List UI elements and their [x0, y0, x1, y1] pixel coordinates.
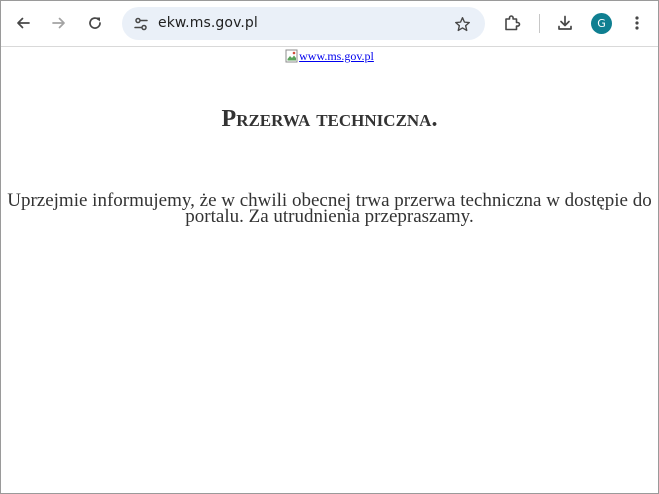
url-text[interactable]: ekw.ms.gov.pl	[158, 15, 258, 31]
logo-container: www.ms.gov.pl	[1, 49, 658, 66]
address-bar[interactable]: ekw.ms.gov.pl	[122, 7, 485, 40]
puzzle-icon	[505, 15, 521, 31]
reload-icon	[89, 17, 101, 29]
browser-toolbar: ekw.ms.gov.pl G	[1, 1, 658, 47]
page-title: Przerwa techniczna.	[221, 106, 438, 132]
reload-button[interactable]	[81, 9, 109, 37]
browser-window: ekw.ms.gov.pl G www.ms.gov.pl Przerwa te…	[0, 0, 659, 494]
star-icon	[454, 16, 470, 31]
downloads-button[interactable]	[551, 9, 579, 37]
arrow-right-icon	[52, 17, 65, 29]
page-content: www.ms.gov.pl Przerwa techniczna. Uprzej…	[1, 47, 658, 493]
logo-link[interactable]: www.ms.gov.pl	[285, 49, 374, 63]
maintenance-message: Uprzejmie informujemy, że w chwili obecn…	[7, 190, 652, 227]
toolbar-divider	[539, 14, 540, 33]
arrow-left-icon	[17, 17, 30, 29]
back-button[interactable]	[9, 9, 37, 37]
forward-button[interactable]	[45, 9, 73, 37]
extensions-button[interactable]	[498, 9, 526, 37]
menu-button[interactable]	[623, 9, 651, 37]
broken-image-icon	[285, 49, 299, 63]
bookmark-button[interactable]	[451, 13, 473, 35]
tune-icon	[134, 17, 148, 31]
logo-alt-text[interactable]: www.ms.gov.pl	[299, 49, 374, 63]
profile-avatar[interactable]: G	[591, 13, 612, 34]
site-info-button[interactable]	[129, 12, 153, 36]
kebab-menu-icon	[635, 16, 639, 30]
download-icon	[558, 15, 572, 30]
